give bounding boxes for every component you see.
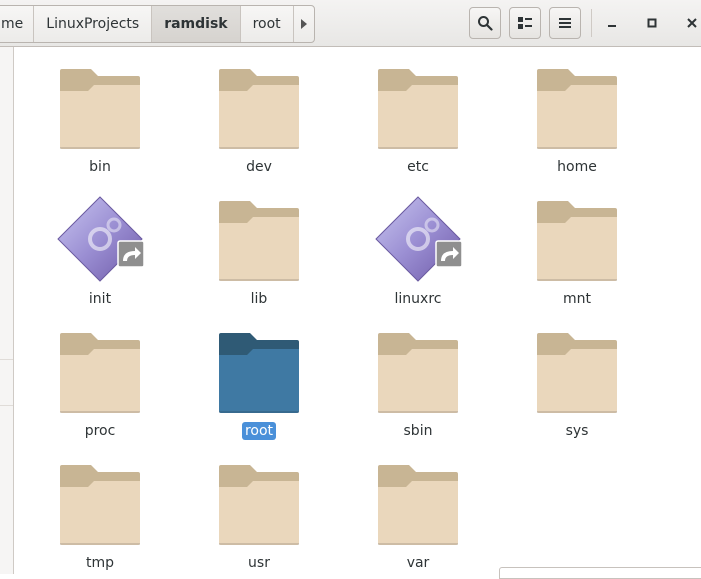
folder-icon — [217, 463, 301, 547]
folder-icon — [58, 67, 142, 151]
file-name: init — [88, 291, 112, 307]
file-name: mnt — [563, 291, 591, 307]
menu-icon — [559, 18, 571, 28]
file-item[interactable]: bin — [30, 47, 170, 175]
view-options-button[interactable] — [509, 7, 541, 39]
file-item[interactable]: mnt — [507, 179, 647, 307]
folder-icon — [535, 199, 619, 283]
sidebar-divider — [0, 359, 13, 360]
view-options-icon — [518, 17, 532, 29]
file-item[interactable]: sbin — [348, 311, 488, 439]
minimize-button[interactable] — [599, 10, 625, 36]
file-name: etc — [407, 159, 429, 175]
maximize-button[interactable] — [639, 10, 665, 36]
file-item[interactable]: root — [189, 311, 329, 440]
search-icon — [478, 16, 493, 31]
file-item[interactable]: var — [348, 443, 488, 571]
file-item[interactable]: dev — [189, 47, 329, 175]
folder-icon — [535, 67, 619, 151]
file-name: linuxrc — [394, 291, 442, 307]
script-link-icon — [56, 195, 145, 282]
folder-icon — [376, 463, 460, 547]
file-name: dev — [246, 159, 272, 175]
file-item[interactable]: proc — [30, 311, 170, 439]
folder-icon — [535, 331, 619, 415]
file-item[interactable]: tmp — [30, 443, 170, 571]
sidebar-divider — [0, 405, 13, 406]
breadcrumb-root[interactable]: root — [241, 6, 294, 42]
folder-icon — [217, 67, 301, 151]
file-grid: bin dev etc home init lib linuxrc mnt proc root sb… — [14, 47, 701, 574]
breadcrumb-home[interactable]: me — [0, 6, 35, 42]
file-item[interactable]: lib — [189, 179, 329, 307]
folder-icon — [217, 331, 301, 415]
close-icon — [687, 18, 697, 28]
file-item[interactable]: home — [507, 47, 647, 175]
file-name: lib — [250, 291, 268, 307]
script-link-icon — [374, 195, 463, 282]
folder-icon — [58, 463, 142, 547]
status-popup — [499, 567, 701, 579]
file-name: proc — [84, 423, 116, 439]
file-name: sbin — [403, 423, 433, 439]
breadcrumb-linuxprojects[interactable]: LinuxProjects — [34, 6, 153, 42]
folder-icon — [376, 331, 460, 415]
minimize-icon — [608, 25, 616, 27]
header-separator — [591, 9, 592, 37]
menu-button[interactable] — [549, 7, 581, 39]
maximize-icon — [647, 18, 657, 28]
file-item[interactable]: init — [30, 179, 170, 307]
header-bar: me LinuxProjects ramdisk root — [0, 0, 701, 47]
folder-icon — [376, 67, 460, 151]
file-name: bin — [89, 159, 111, 175]
close-button[interactable] — [679, 10, 701, 36]
chevron-right-icon[interactable] — [294, 6, 314, 42]
file-name: sys — [565, 423, 589, 439]
file-item[interactable]: linuxrc — [348, 179, 488, 307]
file-name: home — [557, 159, 597, 175]
file-name: var — [406, 555, 430, 571]
file-item[interactable]: usr — [189, 443, 329, 571]
file-item[interactable]: sys — [507, 311, 647, 439]
file-item[interactable]: etc — [348, 47, 488, 175]
file-name: tmp — [85, 555, 114, 571]
file-name: root — [241, 422, 277, 440]
folder-icon — [58, 331, 142, 415]
sidebar — [0, 47, 14, 574]
folder-icon — [217, 199, 301, 283]
file-name: usr — [248, 555, 270, 571]
breadcrumb: me LinuxProjects ramdisk root — [0, 5, 315, 43]
breadcrumb-ramdisk[interactable]: ramdisk — [152, 6, 241, 42]
search-button[interactable] — [469, 7, 501, 39]
